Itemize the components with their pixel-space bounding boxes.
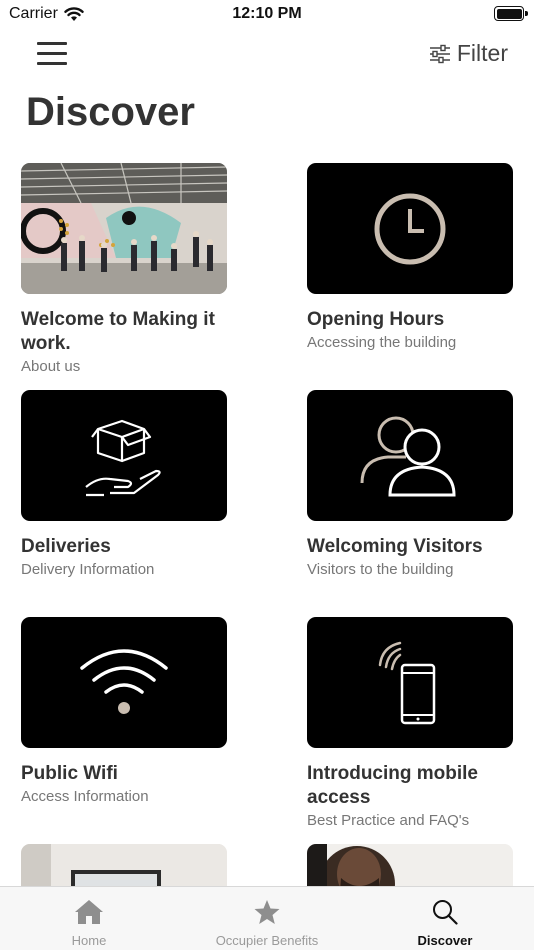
clock-icon bbox=[374, 193, 446, 264]
people-icon bbox=[360, 416, 456, 496]
card-deliveries[interactable]: Deliveries Delivery Information bbox=[21, 390, 227, 580]
card-welcome[interactable]: Welcome to Making it work. About us bbox=[21, 163, 227, 377]
card-subtitle: Accessing the building bbox=[307, 334, 457, 351]
photo-office bbox=[21, 163, 227, 294]
card-title: Public Wifi bbox=[21, 763, 118, 784]
filter-button[interactable]: Filter bbox=[429, 40, 508, 67]
nav-bar: Filter bbox=[0, 34, 534, 76]
card-subtitle: Delivery Information bbox=[21, 561, 155, 578]
card-image bbox=[307, 617, 513, 748]
wifi-icon bbox=[80, 648, 168, 714]
card-image bbox=[21, 390, 227, 521]
card-opening-hours[interactable]: Opening Hours Accessing the building bbox=[307, 163, 513, 353]
card-title: Opening Hours bbox=[307, 309, 445, 330]
status-bar: Carrier 12:10 PM bbox=[0, 0, 534, 28]
card-visitors[interactable]: Welcoming Visitors Visitors to the build… bbox=[307, 390, 513, 580]
tab-label: Home bbox=[71, 933, 107, 948]
card-public-wifi[interactable]: Public Wifi Access Information bbox=[21, 617, 227, 807]
tab-label: Occupier Benefits bbox=[215, 933, 319, 948]
sliders-icon bbox=[429, 44, 450, 63]
hamburger-menu-icon[interactable] bbox=[37, 42, 67, 66]
card-title: Deliveries bbox=[21, 536, 111, 557]
search-icon bbox=[433, 900, 458, 925]
card-subtitle: Access Information bbox=[21, 788, 149, 805]
tab-discover[interactable]: Discover bbox=[356, 887, 534, 950]
card-image bbox=[21, 617, 227, 748]
card-image bbox=[307, 163, 513, 294]
tab-bar: Home Occupier Benefits Discover bbox=[0, 886, 534, 950]
page-title: Discover bbox=[26, 90, 195, 134]
tab-label: Discover bbox=[417, 933, 473, 948]
card-title: Welcoming Visitors bbox=[307, 536, 483, 557]
card-image bbox=[21, 163, 227, 294]
home-icon bbox=[75, 900, 103, 924]
battery-icon bbox=[494, 6, 524, 21]
card-title: Welcome to Making it work. bbox=[21, 309, 215, 354]
card-subtitle: Visitors to the building bbox=[307, 561, 454, 578]
package-hand-icon bbox=[85, 419, 161, 496]
card-subtitle: About us bbox=[21, 358, 81, 375]
card-title: Introducing mobile access bbox=[307, 763, 478, 808]
tab-occupier-benefits[interactable]: Occupier Benefits bbox=[178, 887, 356, 950]
card-subtitle: Best Practice and FAQ's bbox=[307, 812, 470, 829]
tab-home[interactable]: Home bbox=[0, 887, 178, 950]
card-image bbox=[307, 390, 513, 521]
phone-signal-icon bbox=[378, 641, 436, 724]
status-time: 12:10 PM bbox=[232, 5, 302, 22]
filter-label: Filter bbox=[456, 40, 508, 66]
card-mobile-access[interactable]: Introducing mobile access Best Practice … bbox=[307, 617, 513, 831]
battery-nub bbox=[525, 11, 528, 16]
star-icon bbox=[254, 900, 280, 924]
